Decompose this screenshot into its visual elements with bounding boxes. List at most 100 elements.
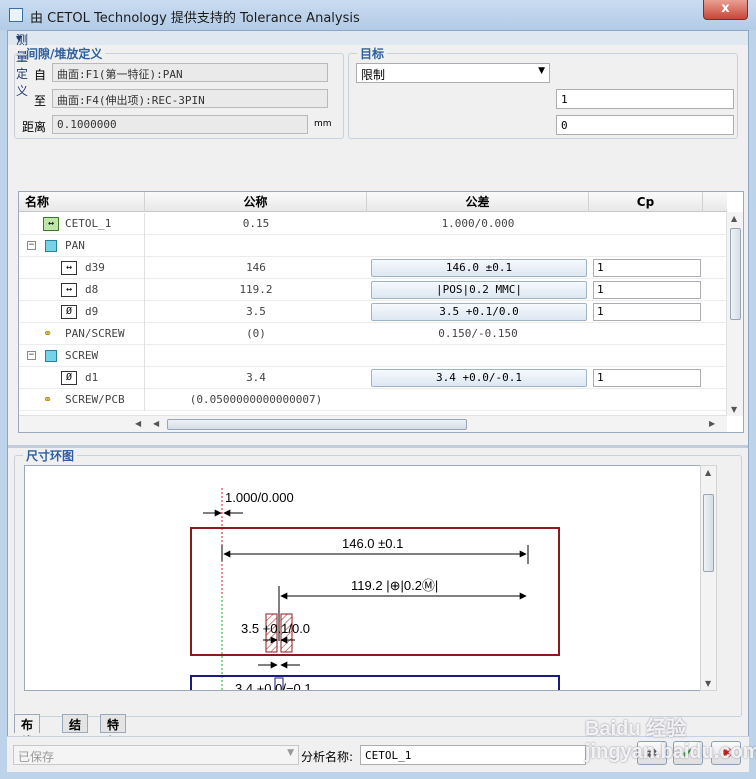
row-name: PAN [65,239,85,252]
row-tolerance: 0.150/-0.150 [438,327,518,340]
part-icon [45,240,57,252]
cp-input[interactable]: 1 [593,259,701,277]
scroll-left-icon[interactable]: ◀ [135,419,141,428]
column-header-name[interactable]: 名称 [19,192,145,212]
measure-icon: ↔ [43,217,59,231]
cp-input[interactable]: 1 [593,369,701,387]
collapse-toggle-icon[interactable]: − [27,351,36,360]
row-name: SCREW/PCB [65,393,125,406]
dimension-loop-legend: 尺寸环图 [26,449,75,463]
row-nominal: (0.0500000000000007) [189,393,323,406]
scroll-right-icon[interactable]: ▶ [709,419,715,428]
diameter-dim-icon: Ø [61,305,77,319]
row-nominal: 3.4 [246,371,266,384]
row-name: d39 [85,261,105,274]
tab-layout[interactable]: 布线图 [14,714,41,766]
scroll-up-icon[interactable]: ▲ [705,468,711,477]
tolerance-button[interactable]: 146.0 ±0.1 [371,259,587,277]
status-value: 已保存 [18,750,55,764]
table-row[interactable]: ↔ CETOL_1 0.15 1.000/0.000 [19,213,727,235]
tab-features[interactable]: 特征 [100,714,127,749]
column-header-tolerance[interactable]: 公差 [367,192,589,212]
status-select[interactable]: 已保存 ▼ [13,745,299,765]
column-header-cp[interactable]: Cp [589,192,703,212]
dim-3-4-label: 3.4 +0.0/−0.1 [235,681,312,691]
row-name: d1 [85,371,99,384]
row-name: d8 [85,283,99,296]
gap-definition-legend: 间隙/堆放定义 [26,47,103,61]
assembly-joint-icon: ⚭ [43,327,53,340]
table-row[interactable]: − PAN [19,235,727,257]
target-select[interactable]: 限制 ▼ [356,63,550,83]
column-header-nominal[interactable]: 公称 [145,192,367,212]
cp-input[interactable]: 1 [593,281,701,299]
linear-dim-icon: ↔ [61,283,77,297]
tolerance-button[interactable]: 3.4 +0.0/-0.1 [371,369,587,387]
section-header[interactable]: ▾ 测量定义 [8,31,748,98]
grid-vertical-scrollbar[interactable]: ▲ ▼ [726,212,743,416]
tab-results[interactable]: 结果 [62,714,89,749]
scroll-left-icon[interactable]: ◀ [153,419,159,428]
window-title: 由 CETOL Technology 提供支持的 Tolerance Analy… [30,11,360,26]
analysis-name-input[interactable]: CETOL_1 [360,745,586,765]
row-nominal: 146 [246,261,266,274]
table-row[interactable]: ⚭ PAN/SCREW (0) 0.150/-0.150 [19,323,727,345]
distance-label: 距离 [22,120,47,134]
table-row[interactable]: ⚭ SCREW/PCB (0.0500000000000007) [19,389,727,411]
to-label: 至 [34,94,47,108]
analysis-name-label: 分析名称: [301,750,354,764]
app-icon [9,8,23,22]
target-select-value: 限制 [361,68,386,82]
scroll-up-icon[interactable]: ▲ [731,214,737,223]
table-row[interactable]: Ø d1 3.4 3.4 +0.0/-0.1 1 [19,367,727,389]
assembly-joint-icon: ⚭ [43,393,53,406]
table-row[interactable]: ↔ d8 119.2 |POS|0.2 MMC| 1 [19,279,727,301]
row-name: d9 [85,305,99,318]
row-tolerance: 1.000/0.000 [441,217,515,230]
row-nominal: (0) [246,327,266,340]
diagram-canvas: 1.000/0.000 146.0 ±0.1 119.2 |⊕|0.2Ⓜ| 3.… [190,488,560,691]
row-nominal: 0.15 [242,217,270,230]
cp-input[interactable]: 1 [593,303,701,321]
table-row[interactable]: − SCREW [19,345,727,367]
row-name: PAN/SCREW [65,327,125,340]
row-name: SCREW [65,349,99,362]
dim-146-label: 146.0 ±0.1 [342,536,403,551]
title-bar: 由 CETOL Technology 提供支持的 Tolerance Analy… [0,0,756,30]
target-lower-input[interactable]: 0 [556,115,734,135]
target-upper-input[interactable]: 1 [556,89,734,109]
close-button[interactable]: x [703,0,748,20]
part-icon [45,350,57,362]
dim-3-5-label: 3.5 +0.1/0.0 [241,621,310,636]
distance-field[interactable]: 0.1000000 [52,115,308,134]
collapse-toggle-icon[interactable]: − [27,241,36,250]
row-nominal: 119.2 [239,283,273,296]
diameter-dim-icon: Ø [61,371,77,385]
scroll-thumb[interactable] [730,228,741,320]
row-name: CETOL_1 [65,217,112,230]
scroll-down-icon[interactable]: ▼ [731,405,737,414]
dimension-loop-diagram[interactable]: 1.000/0.000 146.0 ±0.1 119.2 |⊕|0.2Ⓜ| 3.… [24,465,702,691]
row-nominal: 3.5 [246,305,266,318]
closure-label: 1.000/0.000 [225,490,294,505]
tolerance-button[interactable]: 3.5 +0.1/0.0 [371,303,587,321]
tolerance-button[interactable]: |POS|0.2 MMC| [371,281,587,299]
watermark: Baidu 经验 jingyan.baidu.com [585,718,756,763]
to-field[interactable]: 曲面:F4(伸出项):REC-3PIN [52,89,328,108]
from-label: 自 [34,68,47,82]
linear-dim-icon: ↔ [61,261,77,275]
dim-119-label: 119.2 |⊕|0.2Ⓜ| [351,578,438,593]
distance-unit: mm [314,119,332,129]
table-row[interactable]: ↔ d39 146 146.0 ±0.1 1 [19,257,727,279]
grid-horizontal-scrollbar[interactable]: ◀ ◀ ▶ [19,415,727,432]
chevron-down-icon: ▼ [287,748,294,758]
scroll-thumb[interactable] [167,419,467,430]
table-row[interactable]: Ø d9 3.5 3.5 +0.1/0.0 1 [19,301,727,323]
scroll-down-icon[interactable]: ▼ [705,679,711,688]
from-field[interactable]: 曲面:F1(第一特征):PAN [52,63,328,82]
diagram-vertical-scrollbar[interactable]: ▲ ▼ [700,465,717,691]
scroll-thumb[interactable] [703,494,714,572]
target-legend: 目标 [360,47,385,61]
tolerance-grid: 名称 公称 公差 Cp ↔ CETOL_1 0.15 1.000/0.000 −… [18,191,744,433]
grid-header: 名称 公称 公差 Cp [19,192,727,212]
